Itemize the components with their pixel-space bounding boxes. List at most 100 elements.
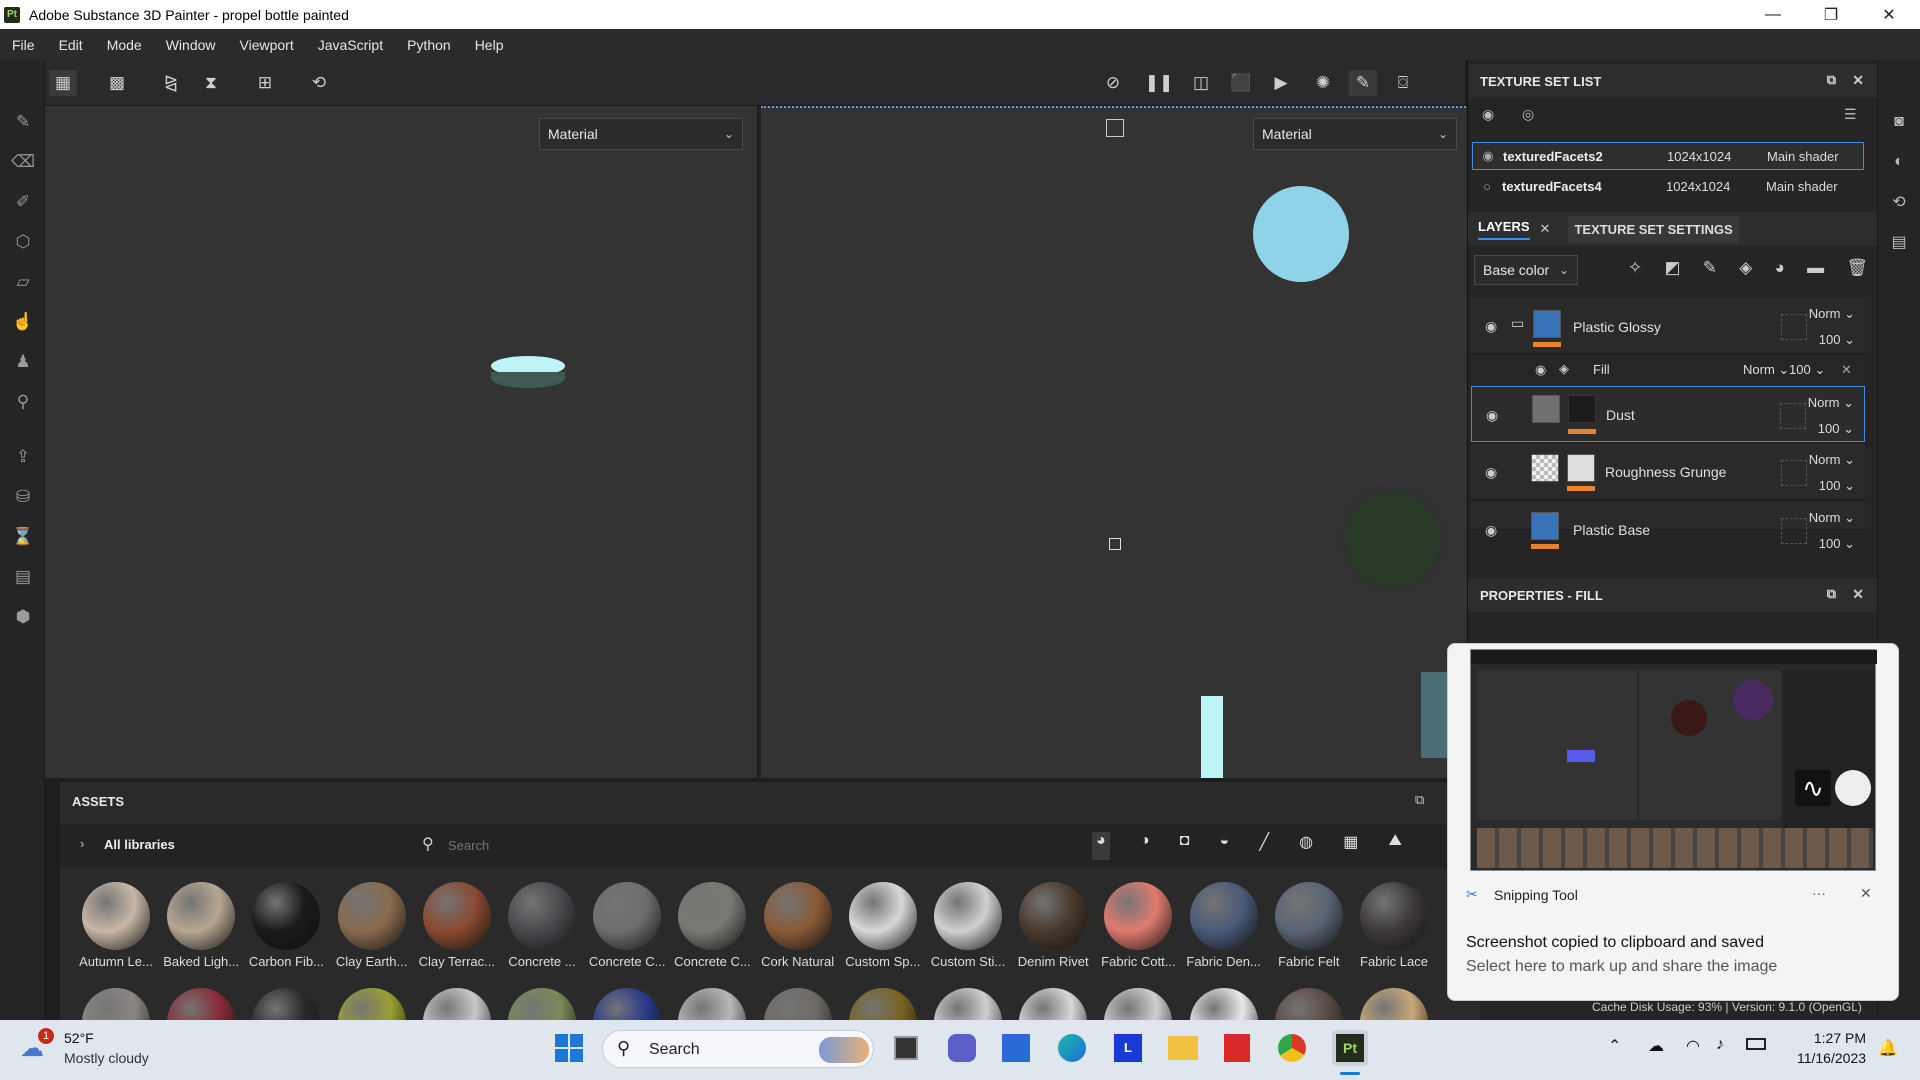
asset-thumbnail[interactable] (167, 988, 236, 1020)
materials-filter-icon[interactable]: ◕ (1092, 832, 1110, 860)
close-icon[interactable]: ✕ (1852, 72, 1864, 89)
viewport-2d-mode-dropdown[interactable]: Material ⌄ (1253, 118, 1457, 150)
symmetry-x-icon[interactable]: ⧎ (157, 70, 185, 96)
blend-mode[interactable]: Norm ⌄ (1808, 395, 1854, 411)
menu-window[interactable]: Window (154, 37, 228, 53)
wifi-icon[interactable]: ◠ (1686, 1036, 1700, 1056)
reset-view-icon[interactable]: ⟲ (305, 70, 333, 96)
float-panel-icon[interactable]: ⧉ (1415, 792, 1424, 808)
menu-edit[interactable]: Edit (47, 37, 95, 53)
geometry-fill-icon[interactable]: ⬡ (11, 230, 35, 254)
asset-thumbnail[interactable] (763, 988, 832, 1020)
asset-thumbnail[interactable] (252, 988, 321, 1020)
asset-tile[interactable]: Custom Sti... (926, 878, 1008, 988)
layer-row[interactable]: ◉ Roughness Grunge Norm ⌄ 100 ⌄ (1471, 444, 1865, 500)
task-view-icon[interactable] (894, 1036, 918, 1060)
notification-bell-icon[interactable]: 🔔 (1878, 1038, 1898, 1058)
paint-mode-icon[interactable]: ✎ (1349, 70, 1377, 96)
eraser-icon[interactable]: ⌫ (11, 150, 35, 174)
asset-thumbnail[interactable] (1104, 988, 1173, 1020)
uv-handle[interactable] (1106, 119, 1124, 137)
magic-wand-icon[interactable]: ✧ (1628, 258, 1642, 282)
library-selector[interactable]: All libraries (104, 837, 175, 852)
frame-icon[interactable]: ⊞ (251, 70, 279, 96)
mcafee-icon[interactable] (1224, 1034, 1250, 1062)
color-picker-icon[interactable]: ⚲ (11, 390, 35, 414)
channel-dropdown[interactable]: Base color ⌄ (1474, 255, 1578, 285)
menu-python[interactable]: Python (395, 37, 463, 53)
l-app-icon[interactable]: L (1114, 1034, 1142, 1062)
chevron-right-icon[interactable]: › (80, 836, 84, 851)
projection-icon[interactable]: ✐ (11, 190, 35, 214)
mask-slot[interactable] (1781, 518, 1807, 544)
tab-texture-set-settings[interactable]: TEXTURE SET SETTINGS (1568, 215, 1739, 243)
mask-slot[interactable] (1781, 460, 1807, 486)
float-panel-icon[interactable]: ⧉ (1827, 72, 1836, 88)
asset-thumbnail[interactable] (678, 988, 747, 1020)
opacity[interactable]: 100 ⌄ (1818, 421, 1854, 437)
viewport-2d-uv[interactable]: Material ⌄ (759, 106, 1469, 778)
shader-settings-icon[interactable]: ◐ (1887, 150, 1911, 174)
asset-tile[interactable]: Carbon Fib... (244, 878, 326, 988)
clock-date[interactable]: 11/16/2023 (1784, 1050, 1866, 1066)
asset-thumbnail[interactable] (508, 988, 576, 1020)
more-options-button[interactable]: ··· (1812, 885, 1826, 901)
delete-icon[interactable]: 🗑 (1846, 258, 1868, 282)
display-settings-icon[interactable]: ◙ (1887, 110, 1911, 134)
eye-icon[interactable]: ◉ (1486, 407, 1498, 424)
layer-row[interactable]: ◉ ▭ Plastic Glossy Norm ⌄ 100 ⌄ (1471, 298, 1865, 354)
asset-thumbnail[interactable] (1274, 988, 1343, 1020)
menu-help[interactable]: Help (463, 37, 516, 53)
close-icon[interactable]: ✕ (1540, 221, 1551, 237)
eye-icon[interactable]: ◉ (1485, 464, 1497, 481)
snipping-tool-notification[interactable]: ∿ ✂ Snipping Tool ··· ✕ Screenshot copie… (1447, 643, 1899, 1001)
add-paint-layer-icon[interactable]: ✎ (1703, 258, 1717, 282)
eye-icon[interactable]: ◎ (1522, 106, 1534, 123)
edge-icon[interactable] (1058, 1034, 1086, 1062)
smudge-icon[interactable]: ☝ (11, 310, 35, 334)
asset-thumbnail[interactable] (1019, 988, 1088, 1020)
assets-search-input[interactable] (448, 832, 868, 858)
export-icon[interactable]: ⇪ (11, 445, 35, 469)
cube-icon[interactable]: ⬛ (1227, 70, 1255, 96)
brushes-filter-icon[interactable]: ╱ (1259, 832, 1269, 860)
masks-filter-icon[interactable]: ◘ (1180, 832, 1190, 860)
painter-taskbar-button[interactable]: Pt (1332, 1030, 1368, 1066)
blend-mode[interactable]: Norm ⌄ (1809, 452, 1855, 468)
opacity[interactable]: 100 ⌄ (1819, 332, 1855, 348)
clock-time[interactable]: 1:27 PM (1784, 1030, 1866, 1046)
restore-button[interactable]: ❐ (1802, 0, 1860, 29)
menu-javascript[interactable]: JavaScript (306, 37, 395, 53)
asset-thumbnail[interactable] (337, 988, 406, 1020)
asset-thumbnail[interactable] (934, 988, 1002, 1020)
layout-single-icon[interactable]: ▦ (49, 70, 77, 96)
asset-tile[interactable]: Clay Earth... (330, 878, 412, 988)
smart-material-icon[interactable]: ◕ (1775, 258, 1785, 282)
texture-set-row[interactable]: ◉ texturedFacets2 1024x1024 Main shader (1472, 142, 1864, 170)
add-mask-icon[interactable]: ◩ (1664, 258, 1680, 282)
asset-thumbnail[interactable] (593, 988, 662, 1020)
document-icon[interactable]: ▤ (11, 565, 35, 589)
uv-point[interactable] (1109, 538, 1121, 550)
taskbar-search[interactable]: ⚲ Search (602, 1030, 874, 1068)
asset-tile[interactable]: Concrete C... (585, 878, 667, 988)
asset-tile[interactable]: Cork Natural (756, 878, 838, 988)
viewport-3d-mode-dropdown[interactable]: Material ⌄ (539, 118, 743, 150)
alphas-filter-icon[interactable]: ◍ (1299, 832, 1313, 860)
asset-tile[interactable]: Baked Ligh... (159, 878, 241, 988)
asset-tile[interactable]: Clay Terrac... (415, 878, 497, 988)
bake-icon[interactable]: ⛁ (11, 485, 35, 509)
hide-icon[interactable]: ⊘ (1099, 70, 1127, 96)
asset-tile[interactable]: Concrete ... (500, 878, 582, 988)
history-icon[interactable]: ⟲ (1887, 190, 1911, 214)
blend-mode[interactable]: Norm ⌄ (1809, 306, 1855, 322)
blend-mode[interactable]: Norm ⌄ (1743, 362, 1789, 378)
screenshot-preview[interactable]: ∿ (1470, 649, 1877, 871)
volume-icon[interactable]: ♪ (1716, 1036, 1724, 1054)
opacity[interactable]: 100 ⌄ (1819, 536, 1855, 552)
add-fill-layer-icon[interactable]: ◈ (1739, 258, 1752, 282)
start-button[interactable] (555, 1034, 583, 1062)
tab-layers[interactable]: LAYERS (1478, 219, 1530, 240)
split-view-icon[interactable]: ◫ (1187, 70, 1215, 96)
close-icon[interactable]: ✕ (1841, 362, 1852, 378)
